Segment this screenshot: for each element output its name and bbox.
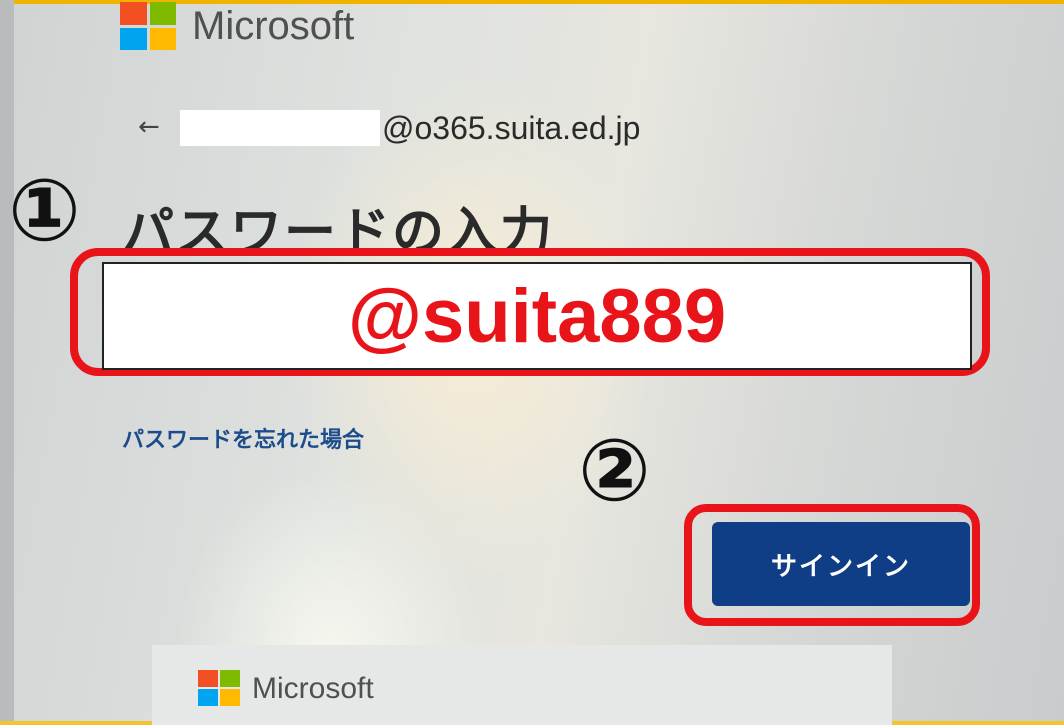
brand-name: Microsoft (192, 4, 355, 48)
password-field[interactable]: @suita889 (102, 262, 972, 370)
step-number-1: ① (8, 161, 81, 261)
microsoft-logo-icon-bottom (198, 670, 240, 706)
step-number-2: ② (578, 421, 651, 521)
back-arrow-icon[interactable]: ← (138, 112, 160, 142)
account-email: @o365.suita.ed.jp (382, 110, 641, 146)
left-border (0, 0, 14, 721)
forgot-password-link[interactable]: パスワードを忘れた場合 (122, 422, 364, 454)
signin-button[interactable]: サインイン (712, 522, 970, 606)
brand-name-bottom: Microsoft (252, 672, 374, 705)
microsoft-logo-icon (120, 2, 176, 50)
password-value: @suita889 (347, 273, 727, 359)
email-redaction (180, 110, 380, 146)
